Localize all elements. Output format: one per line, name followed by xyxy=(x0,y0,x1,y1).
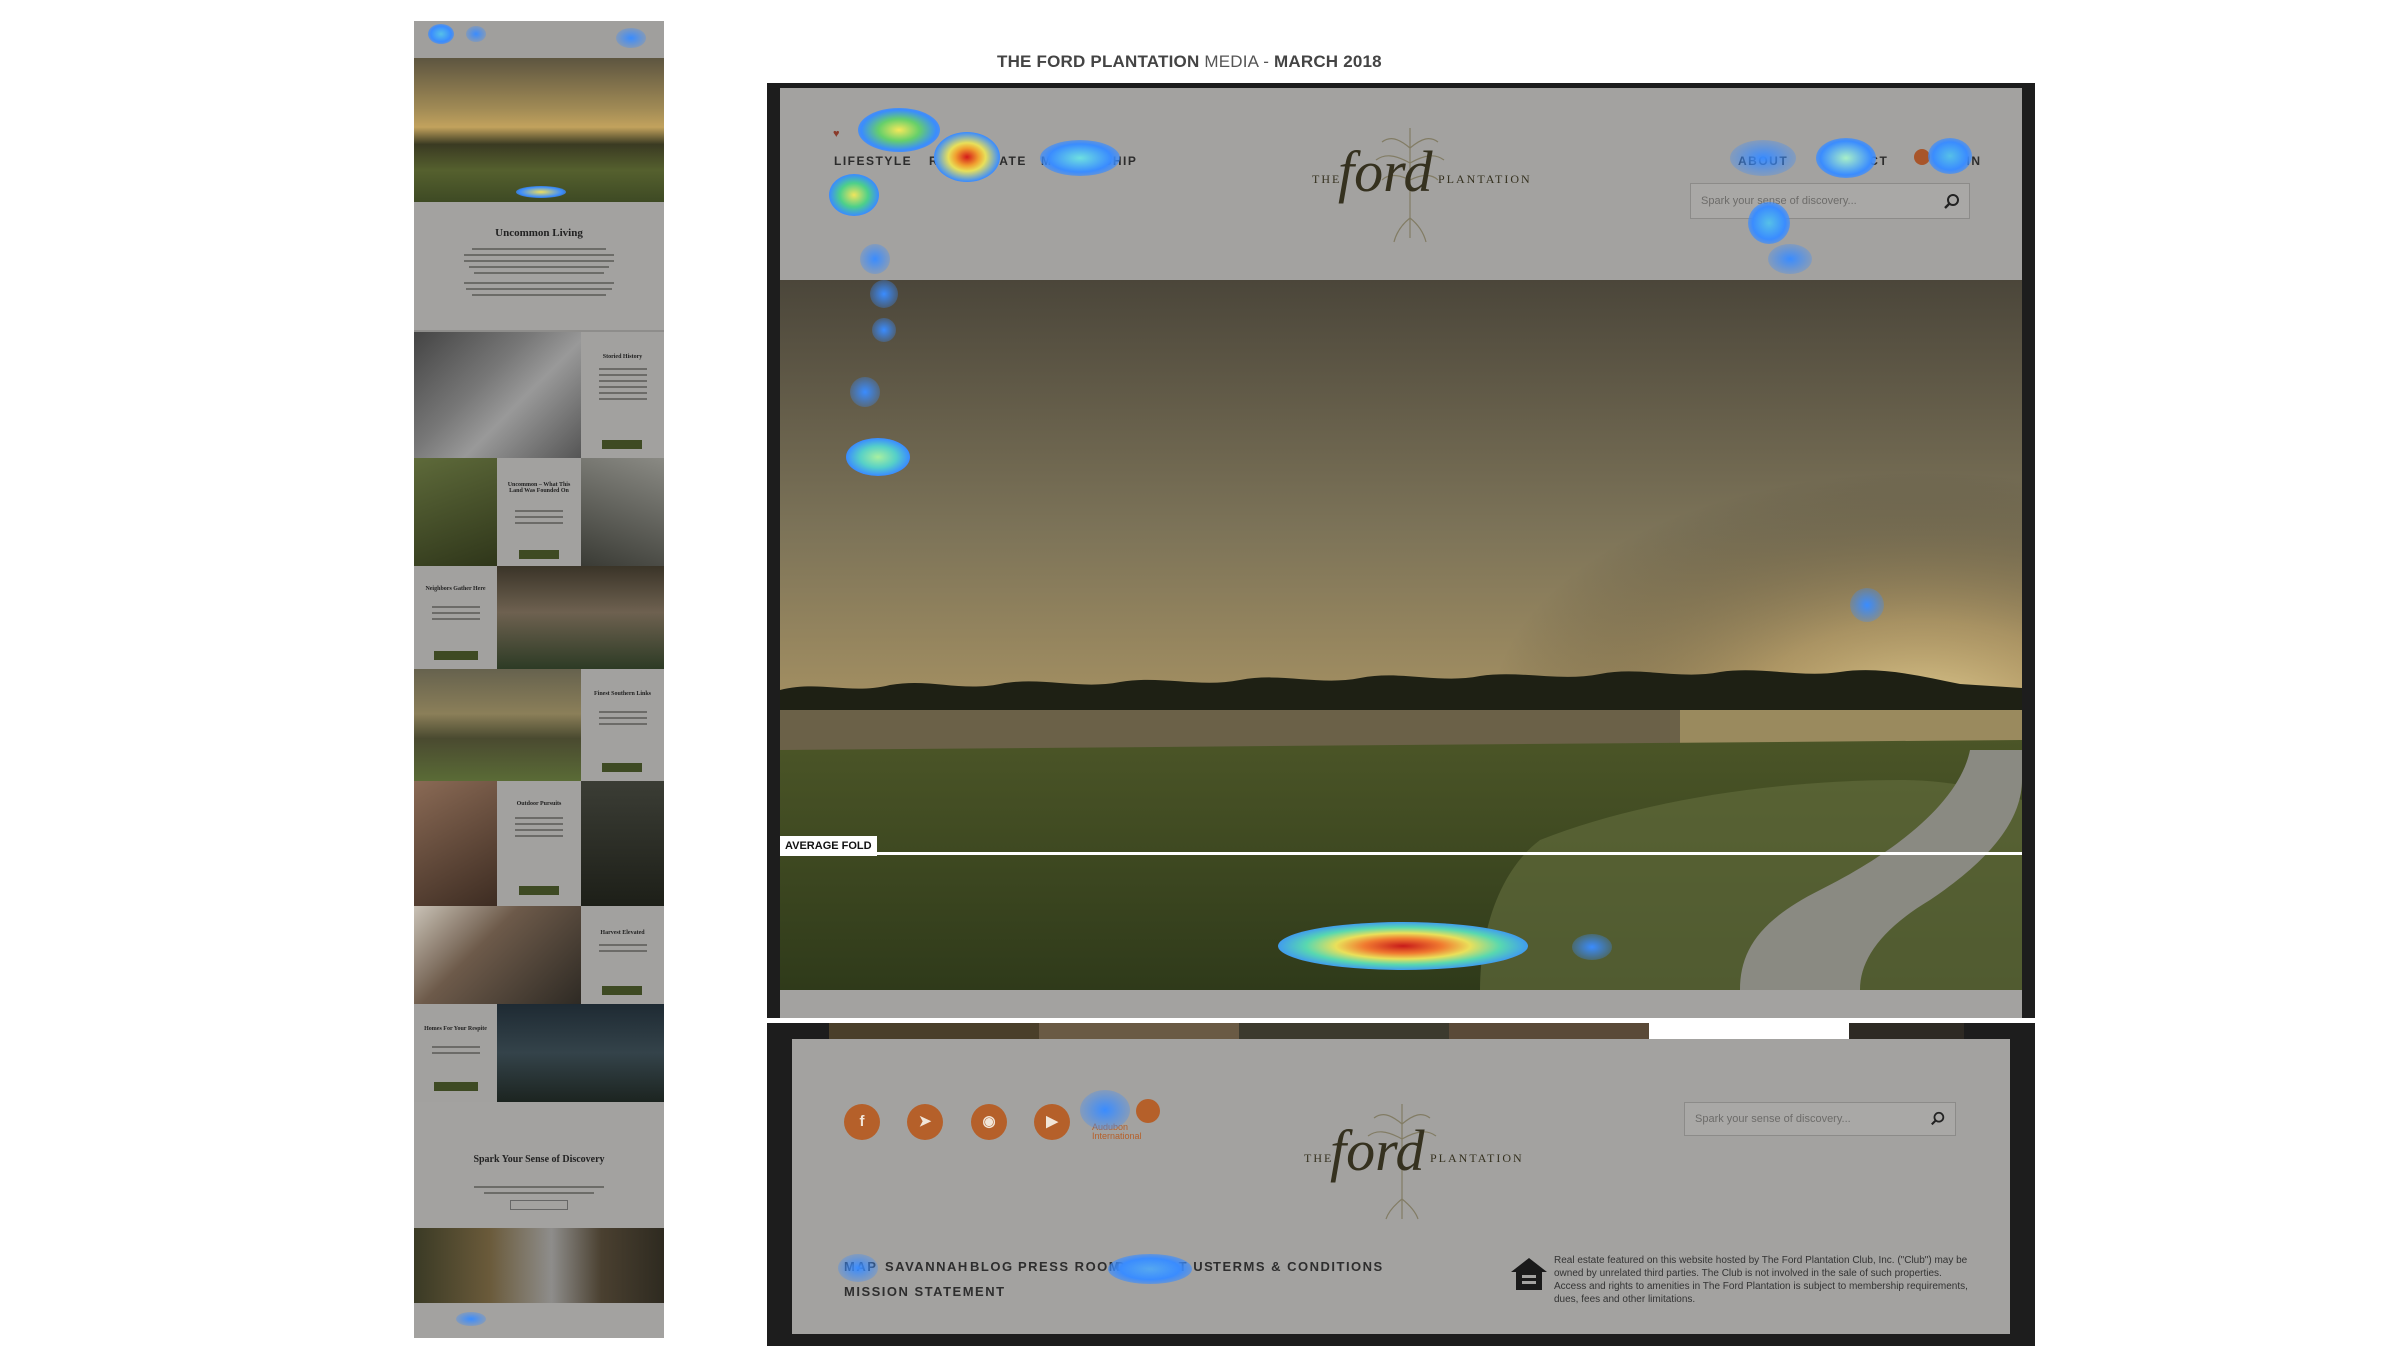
thumb-title-storied-history: Storied History xyxy=(602,354,643,360)
thumb-title-uncommon-living: Uncommon Living xyxy=(495,227,583,239)
footer-disclaimer: Real estate featured on this website hos… xyxy=(1554,1255,1968,1305)
thumb-title-homes: Homes For Your Respite xyxy=(424,1026,487,1032)
footer-search[interactable]: Spark your sense of discovery... xyxy=(1684,1102,1956,1136)
thumb-outdoor-panel: Outdoor Pursuits xyxy=(497,781,581,906)
thumb-hero-image xyxy=(414,58,664,202)
hero-image xyxy=(780,280,2022,990)
thumb-header xyxy=(414,21,664,58)
report-period: MARCH 2018 xyxy=(1274,52,1382,71)
thumb-event-photo xyxy=(497,566,664,669)
thumb-button[interactable] xyxy=(602,763,642,772)
footer-gallery-strip xyxy=(829,1023,1964,1039)
average-fold-label: AVERAGE FOLD xyxy=(780,836,877,856)
site-logo[interactable]: THE ford PLANTATION xyxy=(1270,108,1550,258)
report-title: THE FORD PLANTATION MEDIA - MARCH 2018 xyxy=(997,52,1382,72)
twitter-icon[interactable]: ➤ xyxy=(907,1104,943,1140)
report-media: MEDIA - xyxy=(1204,52,1270,71)
thumb-golf-photo xyxy=(414,669,581,781)
footer-link-map[interactable]: MAP xyxy=(844,1259,877,1274)
thumb-flowers-photo xyxy=(414,458,497,566)
site-header: LIFESTYLE REAL ESTATE MEMBERSHIP ♥ THE f… xyxy=(780,88,2022,280)
nav-real-estate[interactable]: REAL ESTATE xyxy=(929,154,1027,168)
thumb-footer xyxy=(414,1303,664,1338)
nav-contact[interactable]: CONTACT xyxy=(1820,154,1888,168)
nav-login[interactable]: LOGIN xyxy=(1936,154,1982,168)
audubon-label: Audubon International xyxy=(1092,1122,1142,1141)
thumb-food-photo xyxy=(414,906,581,1004)
thumb-title-uncommon: Uncommon – What This Land Was Founded On xyxy=(507,482,571,494)
search-icon[interactable] xyxy=(1943,193,1961,211)
thumb-button[interactable] xyxy=(519,886,559,895)
bird-icon xyxy=(1136,1099,1160,1123)
thumb-title-outdoor: Outdoor Pursuits xyxy=(516,801,562,807)
report-brand: THE FORD PLANTATION xyxy=(997,52,1200,71)
footer-logo-suffix: PLANTATION xyxy=(1430,1151,1524,1165)
site-footer: f ➤ ◉ ▶ Audubon International THE ford P… xyxy=(792,1039,2010,1334)
logo-script: ford xyxy=(1338,139,1433,204)
footer-link-blog[interactable]: BLOG xyxy=(970,1259,1014,1274)
thumb-title-neighbors: Neighbors Gather Here xyxy=(425,586,486,592)
thumb-title-harvest: Harvest Elevated xyxy=(600,930,645,936)
thumb-homes-panel: Homes For Your Respite xyxy=(414,1004,497,1102)
fold-screenshot: LIFESTYLE REAL ESTATE MEMBERSHIP ♥ THE f… xyxy=(780,88,2022,1018)
thumb-links-panel: Finest Southern Links xyxy=(581,669,664,781)
thumb-button[interactable] xyxy=(434,651,478,660)
footer-link-contact-us[interactable]: CONTACT US xyxy=(1115,1259,1214,1274)
thumb-rider-photo xyxy=(581,781,664,906)
footer-logo-prefix: THE xyxy=(1304,1151,1334,1165)
audubon-logo[interactable]: Audubon International xyxy=(1092,1099,1162,1145)
footer-logo[interactable]: THE ford PLANTATION xyxy=(1262,1099,1542,1229)
thumb-uncommon-panel: Uncommon – What This Land Was Founded On xyxy=(497,458,581,566)
youtube-icon[interactable]: ▶ xyxy=(1034,1104,1070,1140)
fold-bottom-strip xyxy=(780,990,2022,1018)
facebook-icon[interactable]: f xyxy=(844,1104,880,1140)
sunset-golf-course-image xyxy=(780,280,2022,990)
thumb-button[interactable] xyxy=(519,550,559,559)
thumb-button[interactable] xyxy=(602,440,642,449)
header-search[interactable]: Spark your sense of discovery... xyxy=(1690,183,1970,219)
footer-search-input[interactable]: Spark your sense of discovery... xyxy=(1695,1113,1851,1125)
footer-screenshot-frame: f ➤ ◉ ▶ Audubon International THE ford P… xyxy=(767,1023,2035,1346)
logo-prefix: THE xyxy=(1312,172,1342,186)
heart-icon[interactable]: ♥ xyxy=(833,128,840,140)
average-fold-line xyxy=(780,852,2022,855)
nav-about[interactable]: ABOUT xyxy=(1738,154,1788,168)
footer-link-terms[interactable]: TERMS & CONDITIONS xyxy=(1213,1259,1384,1274)
full-page-thumbnail[interactable]: Uncommon Living Storied History Uncommon… xyxy=(414,21,664,1338)
thumb-intro-section: Uncommon Living xyxy=(414,202,664,330)
thumb-button[interactable] xyxy=(434,1082,478,1091)
thumb-spark-section: Spark Your Sense of Discovery xyxy=(414,1102,664,1228)
thumb-neighbors-panel: Neighbors Gather Here xyxy=(414,566,497,669)
footer-link-mission-statement[interactable]: MISSION STATEMENT xyxy=(844,1284,1006,1299)
thumb-history-photo xyxy=(414,332,581,458)
thumb-search[interactable] xyxy=(510,1200,568,1210)
instagram-icon[interactable]: ◉ xyxy=(971,1104,1007,1140)
nav-lifestyle[interactable]: LIFESTYLE xyxy=(834,154,912,168)
thumb-hands-photo xyxy=(414,781,497,906)
search-icon[interactable] xyxy=(1930,1111,1946,1127)
thumb-harvest-panel: Harvest Elevated xyxy=(581,906,664,1004)
equal-housing-icon xyxy=(1511,1258,1547,1290)
login-icon[interactable] xyxy=(1914,149,1930,165)
footer-link-press-room[interactable]: PRESS ROOM xyxy=(1018,1259,1121,1274)
thumb-title-links: Finest Southern Links xyxy=(593,691,651,697)
heatmap-report-page: THE FORD PLANTATION MEDIA - MARCH 2018 U… xyxy=(0,0,2400,1350)
thumb-house-photo xyxy=(497,1004,664,1102)
nav-membership[interactable]: MEMBERSHIP xyxy=(1041,154,1137,168)
footer-link-savannah[interactable]: SAVANNAH xyxy=(885,1259,969,1274)
fold-screenshot-frame: LIFESTYLE REAL ESTATE MEMBERSHIP ♥ THE f… xyxy=(767,83,2035,1018)
thumb-history-panel: Storied History xyxy=(581,332,664,458)
logo-suffix: PLANTATION xyxy=(1438,172,1532,186)
thumb-gallery xyxy=(414,1228,664,1303)
thumb-title-spark: Spark Your Sense of Discovery xyxy=(473,1154,605,1165)
header-search-input[interactable]: Spark your sense of discovery... xyxy=(1701,195,1857,207)
thumb-button[interactable] xyxy=(602,986,642,995)
thumb-bird-photo xyxy=(581,458,664,566)
footer-logo-script: ford xyxy=(1330,1118,1425,1183)
